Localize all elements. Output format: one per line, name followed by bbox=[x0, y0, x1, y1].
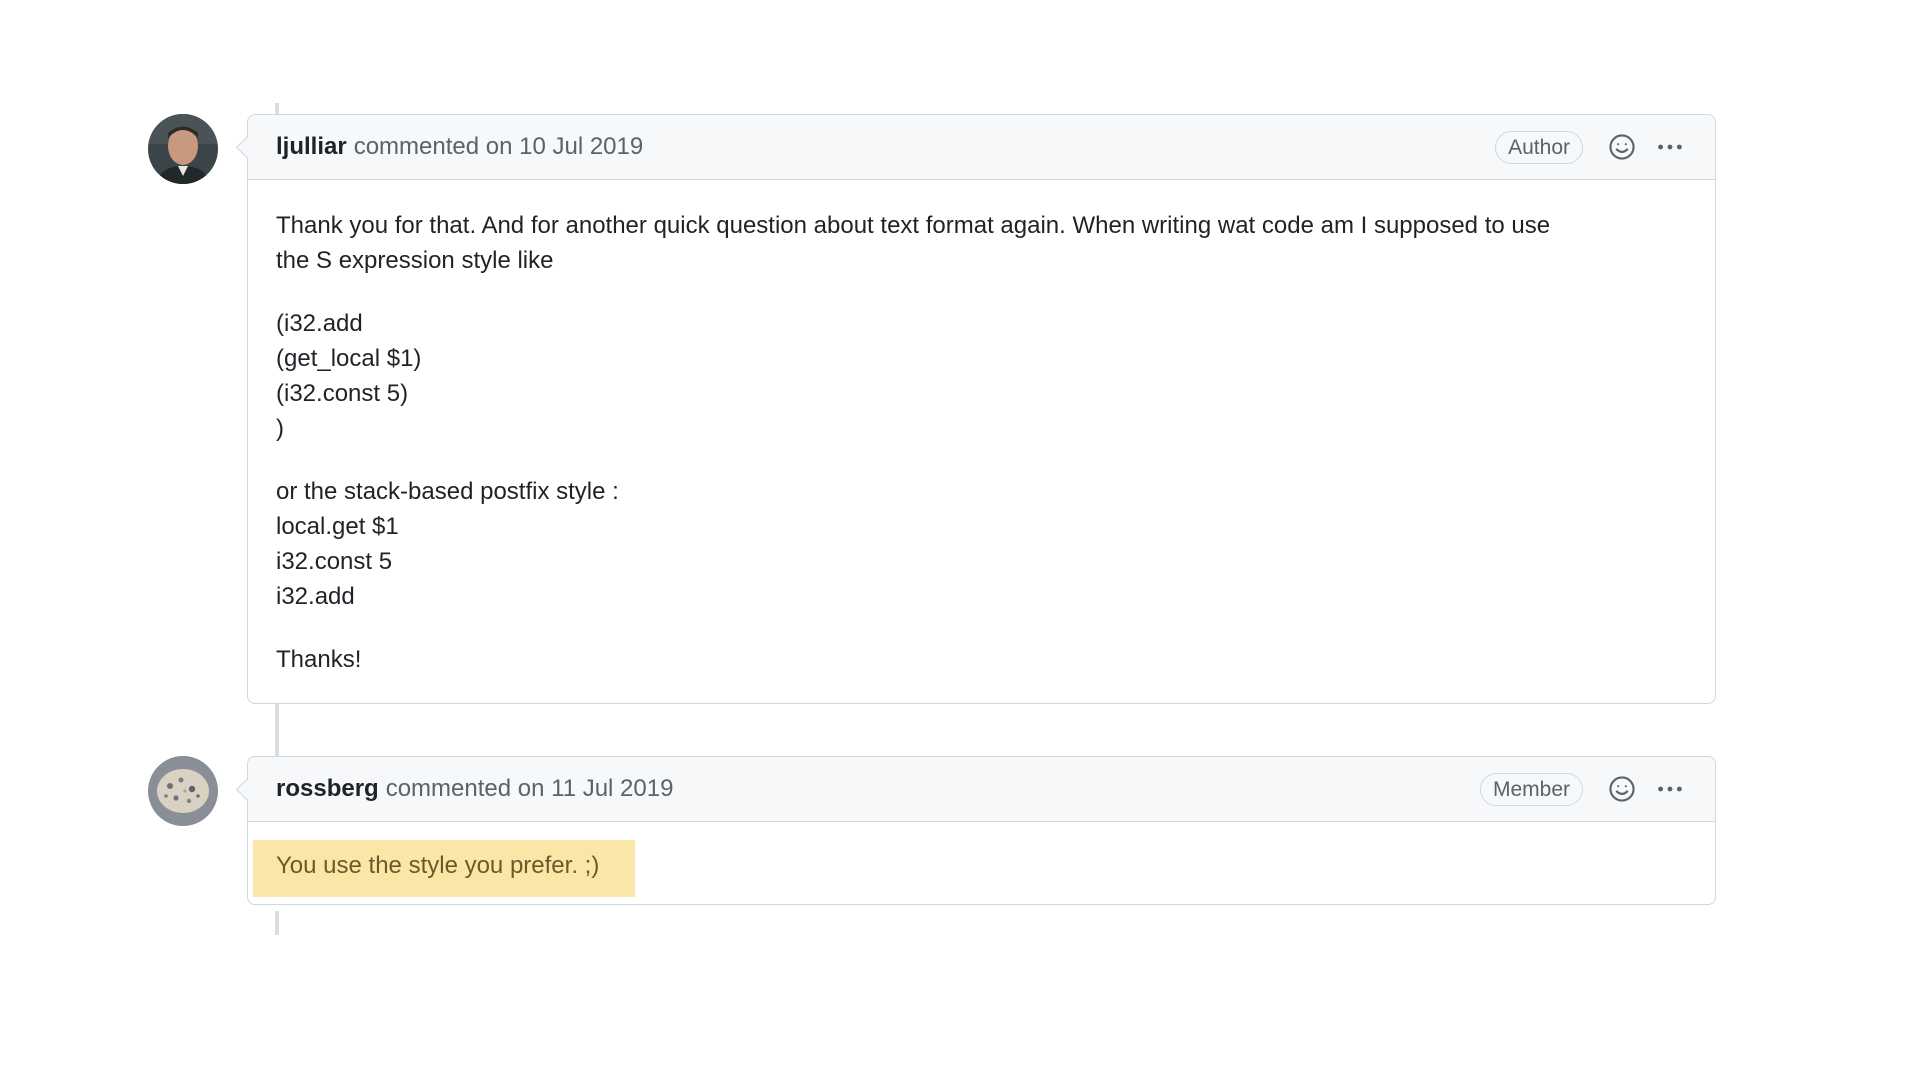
comment-paragraph: Thank you for that. And for another quic… bbox=[276, 208, 1687, 278]
comment-line: or the stack-based postfix style : bbox=[276, 478, 619, 505]
comment-box: rossberg commented on 11 Jul 2019 Member bbox=[247, 756, 1716, 905]
comment-timestamp[interactable]: commented on 11 Jul 2019 bbox=[386, 775, 674, 803]
comment-body: Thank you for that. And for another quic… bbox=[248, 180, 1715, 703]
comment-paragraph: (i32.add (get_local $1) (i32.const 5) ) bbox=[276, 306, 1687, 446]
kebab-horizontal-icon[interactable] bbox=[1653, 130, 1687, 164]
avatar[interactable] bbox=[148, 756, 218, 826]
comment-line: (i32.add bbox=[276, 310, 363, 337]
smiley-icon[interactable] bbox=[1605, 130, 1639, 164]
comment-header: ljulliar commented on 10 Jul 2019 Author bbox=[248, 115, 1715, 180]
comment-actions: Author bbox=[1495, 130, 1687, 164]
comment-line: ) bbox=[276, 415, 284, 442]
comment-timestamp[interactable]: commented on 10 Jul 2019 bbox=[354, 133, 644, 161]
comment-line: (get_local $1) bbox=[276, 345, 422, 372]
comment-line: local.get $1 bbox=[276, 513, 399, 540]
kebab-horizontal-icon[interactable] bbox=[1653, 772, 1687, 806]
comment-paragraph: or the stack-based postfix style : local… bbox=[276, 474, 1687, 614]
comment-line: Thanks! bbox=[276, 646, 362, 673]
comment-paragraph: Thanks! bbox=[276, 642, 1687, 677]
comment-author[interactable]: rossberg bbox=[276, 775, 379, 803]
member-badge: Member bbox=[1479, 772, 1583, 806]
comment-line: (i32.const 5) bbox=[276, 380, 409, 407]
comment-line: i32.add bbox=[276, 583, 355, 610]
author-badge: Author bbox=[1495, 130, 1583, 164]
smiley-icon[interactable] bbox=[1605, 772, 1639, 806]
comment-author[interactable]: ljulliar bbox=[276, 133, 347, 161]
comment-line: Thank you for that. And for another quic… bbox=[276, 212, 1551, 239]
highlighted-comment-text: You use the style you prefer. ;) bbox=[253, 840, 636, 897]
comment-line: i32.const 5 bbox=[276, 548, 393, 575]
comment-body: You use the style you prefer. ;) bbox=[248, 822, 1715, 904]
timeline-line bbox=[275, 911, 279, 935]
comment-actions: Member bbox=[1479, 772, 1687, 806]
comment-box: ljulliar commented on 10 Jul 2019 Author bbox=[247, 114, 1716, 704]
comment-timeline: ljulliar commented on 10 Jul 2019 Author bbox=[0, 0, 1920, 1080]
comment-line: the S expression style like bbox=[276, 247, 554, 274]
avatar-photo bbox=[148, 114, 218, 184]
timeline-line bbox=[275, 698, 279, 760]
comment-header: rossberg commented on 11 Jul 2019 Member bbox=[248, 757, 1715, 822]
avatar[interactable] bbox=[148, 114, 218, 184]
avatar-photo bbox=[148, 756, 218, 826]
